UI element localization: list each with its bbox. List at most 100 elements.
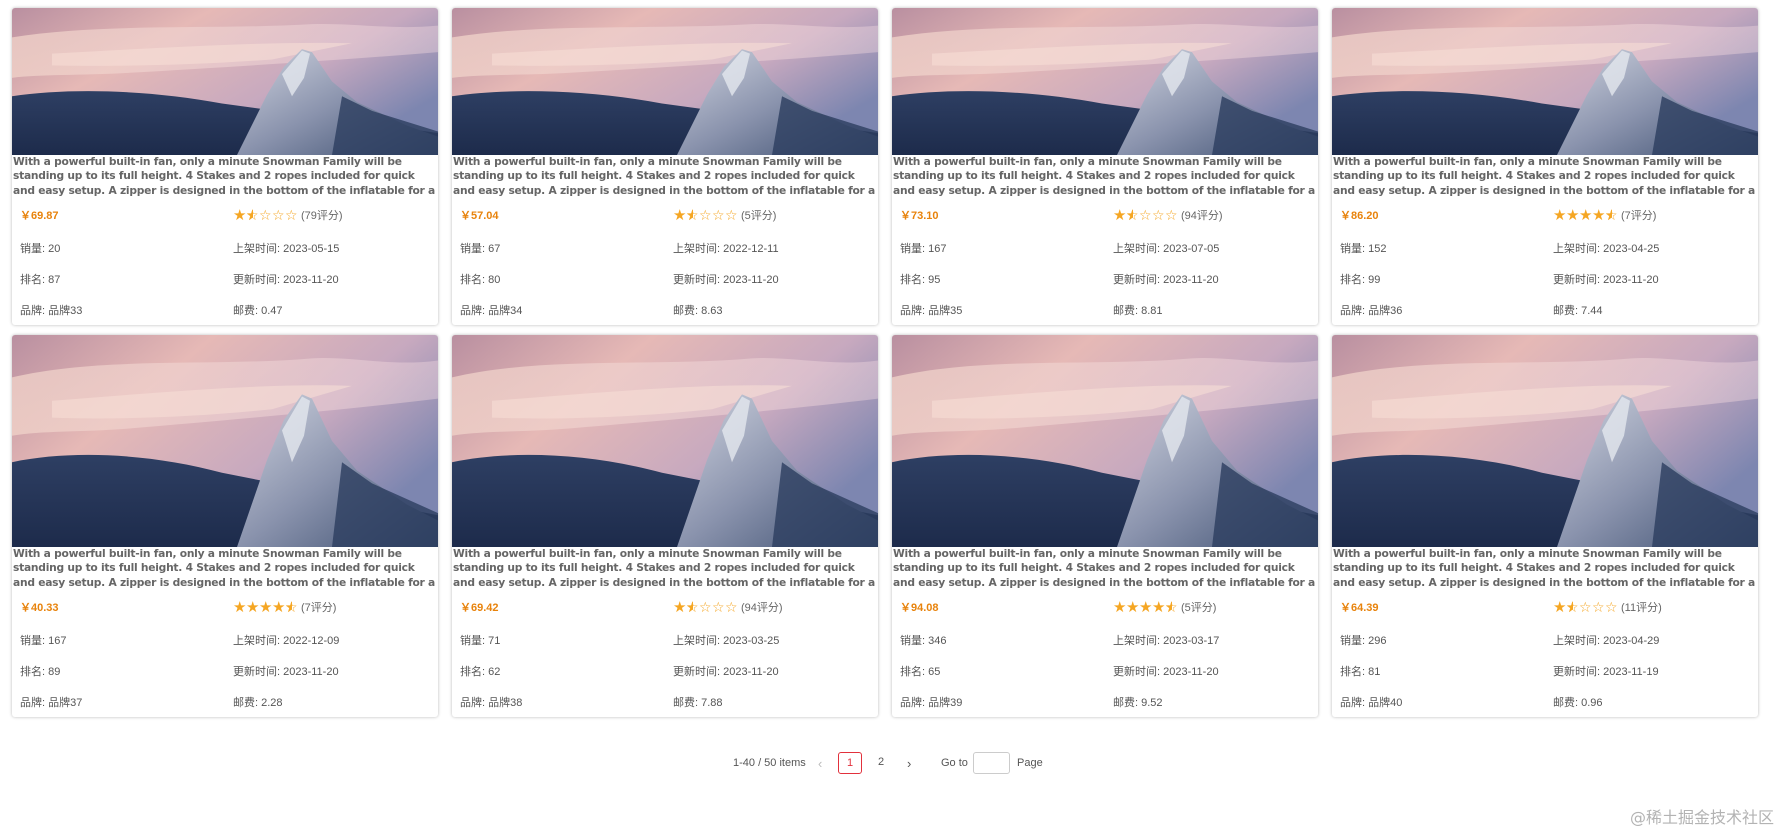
product-price: ￥86.20: [1340, 210, 1379, 222]
goto-page-input[interactable]: [973, 752, 1010, 774]
star-empty-icon: ☆: [1605, 598, 1618, 615]
rating-stars: ★☆★☆☆☆: [673, 598, 738, 616]
chevron-right-icon[interactable]: ›: [907, 756, 911, 771]
brand: 品牌: 品牌34: [460, 304, 523, 317]
star-full-icon: ★: [673, 598, 687, 616]
brand: 品牌: 品牌37: [20, 696, 83, 709]
product-info: ￥64.39★☆★☆☆☆(11评分)销量: 296上架时间: 2023-04-2…: [1332, 590, 1758, 717]
star-full-icon: ★: [272, 598, 286, 616]
product-info: ￥57.04★☆★☆☆☆(5评分)销量: 67上架时间: 2022-12-11排…: [452, 198, 878, 325]
product-card[interactable]: With a powerful built-in fan, only a min…: [452, 8, 878, 325]
sales-count: 销量: 67: [460, 242, 501, 255]
rank: 排名: 95: [900, 273, 941, 286]
star-full-icon: ★: [1553, 206, 1567, 224]
listed-date: 上架时间: 2023-05-15: [233, 242, 340, 255]
listed-date: 上架时间: 2023-04-25: [1553, 242, 1660, 255]
rank: 排名: 62: [460, 665, 501, 678]
page-button-1[interactable]: 1: [838, 752, 862, 774]
product-price: ￥40.33: [20, 602, 59, 614]
shipping-fee: 邮费: 0.96: [1553, 696, 1603, 709]
goto-label: Go to: [941, 757, 968, 769]
product-description: With a powerful built-in fan, only a min…: [453, 547, 876, 589]
rating-stars: ★★★★☆★: [233, 598, 298, 616]
product-description: With a powerful built-in fan, only a min…: [13, 547, 436, 589]
product-image[interactable]: [1332, 335, 1758, 547]
star-empty-icon: ☆: [1165, 206, 1178, 223]
product-card[interactable]: With a powerful built-in fan, only a min…: [892, 335, 1318, 717]
updated-date: 更新时间: 2023-11-20: [1113, 665, 1219, 678]
star-empty-icon: ☆: [699, 206, 712, 223]
product-description: With a powerful built-in fan, only a min…: [13, 155, 436, 197]
pagination-total: 1-40 / 50 items: [733, 757, 806, 769]
rank: 排名: 80: [460, 273, 501, 286]
updated-date: 更新时间: 2023-11-20: [673, 665, 779, 678]
star-empty-icon: ☆: [285, 206, 298, 223]
star-empty-icon: ☆: [272, 206, 285, 223]
rating-stars: ★☆★☆☆☆: [673, 206, 738, 224]
star-full-icon: ★: [1152, 598, 1166, 616]
review-count: (94评分): [741, 602, 783, 614]
star-full-icon: ★: [1139, 598, 1153, 616]
star-half-icon: ☆★: [1165, 598, 1178, 615]
star-full-icon: ★: [1579, 206, 1593, 224]
star-full-icon: ★: [673, 206, 687, 224]
star-half-icon: ☆★: [1126, 206, 1139, 223]
star-half-icon: ☆★: [686, 598, 699, 615]
product-description: With a powerful built-in fan, only a min…: [1333, 547, 1756, 589]
product-image[interactable]: [12, 8, 438, 155]
sales-count: 销量: 152: [1340, 242, 1387, 255]
star-empty-icon: ☆: [1579, 598, 1592, 615]
rating-stars: ★★★★☆★: [1113, 598, 1178, 616]
shipping-fee: 邮费: 9.52: [1113, 696, 1163, 709]
product-card[interactable]: With a powerful built-in fan, only a min…: [12, 8, 438, 325]
product-card[interactable]: With a powerful built-in fan, only a min…: [1332, 8, 1758, 325]
product-info: ￥40.33★★★★☆★(7评分)销量: 167上架时间: 2022-12-09…: [12, 590, 438, 717]
product-image[interactable]: [892, 335, 1318, 547]
star-empty-icon: ☆: [699, 598, 712, 615]
star-empty-icon: ☆: [725, 598, 738, 615]
product-price: ￥64.39: [1340, 602, 1379, 614]
review-count: (7评分): [301, 602, 337, 614]
star-empty-icon: ☆: [712, 598, 725, 615]
product-price: ￥94.08: [900, 602, 939, 614]
shipping-fee: 邮费: 8.63: [673, 304, 723, 317]
star-full-icon: ★: [1553, 598, 1567, 616]
product-card[interactable]: With a powerful built-in fan, only a min…: [452, 335, 878, 717]
product-price: ￥57.04: [460, 210, 499, 222]
shipping-fee: 邮费: 8.81: [1113, 304, 1163, 317]
updated-date: 更新时间: 2023-11-20: [673, 273, 779, 286]
product-image[interactable]: [12, 335, 438, 547]
product-card[interactable]: With a powerful built-in fan, only a min…: [892, 8, 1318, 325]
watermark: @稀土掘金技术社区: [1629, 808, 1774, 827]
product-description: With a powerful built-in fan, only a min…: [1333, 155, 1756, 197]
product-image[interactable]: [1332, 8, 1758, 155]
rank: 排名: 65: [900, 665, 941, 678]
product-image[interactable]: [892, 8, 1318, 155]
chevron-left-icon[interactable]: ‹: [818, 756, 822, 771]
product-image[interactable]: [452, 8, 878, 155]
product-card[interactable]: With a powerful built-in fan, only a min…: [12, 335, 438, 717]
rank: 排名: 87: [20, 273, 61, 286]
sales-count: 销量: 346: [900, 634, 947, 647]
listed-date: 上架时间: 2023-04-29: [1553, 634, 1660, 647]
page-button-2[interactable]: 2: [869, 752, 893, 774]
product-info: ￥73.10★☆★☆☆☆(94评分)销量: 167上架时间: 2023-07-0…: [892, 198, 1318, 325]
product-info: ￥94.08★★★★☆★(5评分)销量: 346上架时间: 2023-03-17…: [892, 590, 1318, 717]
shipping-fee: 邮费: 2.28: [233, 696, 283, 709]
updated-date: 更新时间: 2023-11-20: [233, 665, 339, 678]
product-image[interactable]: [452, 335, 878, 547]
product-description: With a powerful built-in fan, only a min…: [893, 547, 1316, 589]
review-count: (5评分): [1181, 602, 1217, 614]
listed-date: 上架时间: 2023-07-05: [1113, 242, 1220, 255]
star-half-icon: ☆★: [1566, 598, 1579, 615]
review-count: (11评分): [1621, 602, 1662, 614]
star-full-icon: ★: [1566, 206, 1580, 224]
sales-count: 销量: 296: [1340, 634, 1387, 647]
updated-date: 更新时间: 2023-11-20: [1553, 273, 1659, 286]
updated-date: 更新时间: 2023-11-20: [1113, 273, 1219, 286]
product-card[interactable]: With a powerful built-in fan, only a min…: [1332, 335, 1758, 717]
shipping-fee: 邮费: 0.47: [233, 304, 283, 317]
star-full-icon: ★: [259, 598, 273, 616]
sales-count: 销量: 167: [900, 242, 947, 255]
star-empty-icon: ☆: [1139, 206, 1152, 223]
